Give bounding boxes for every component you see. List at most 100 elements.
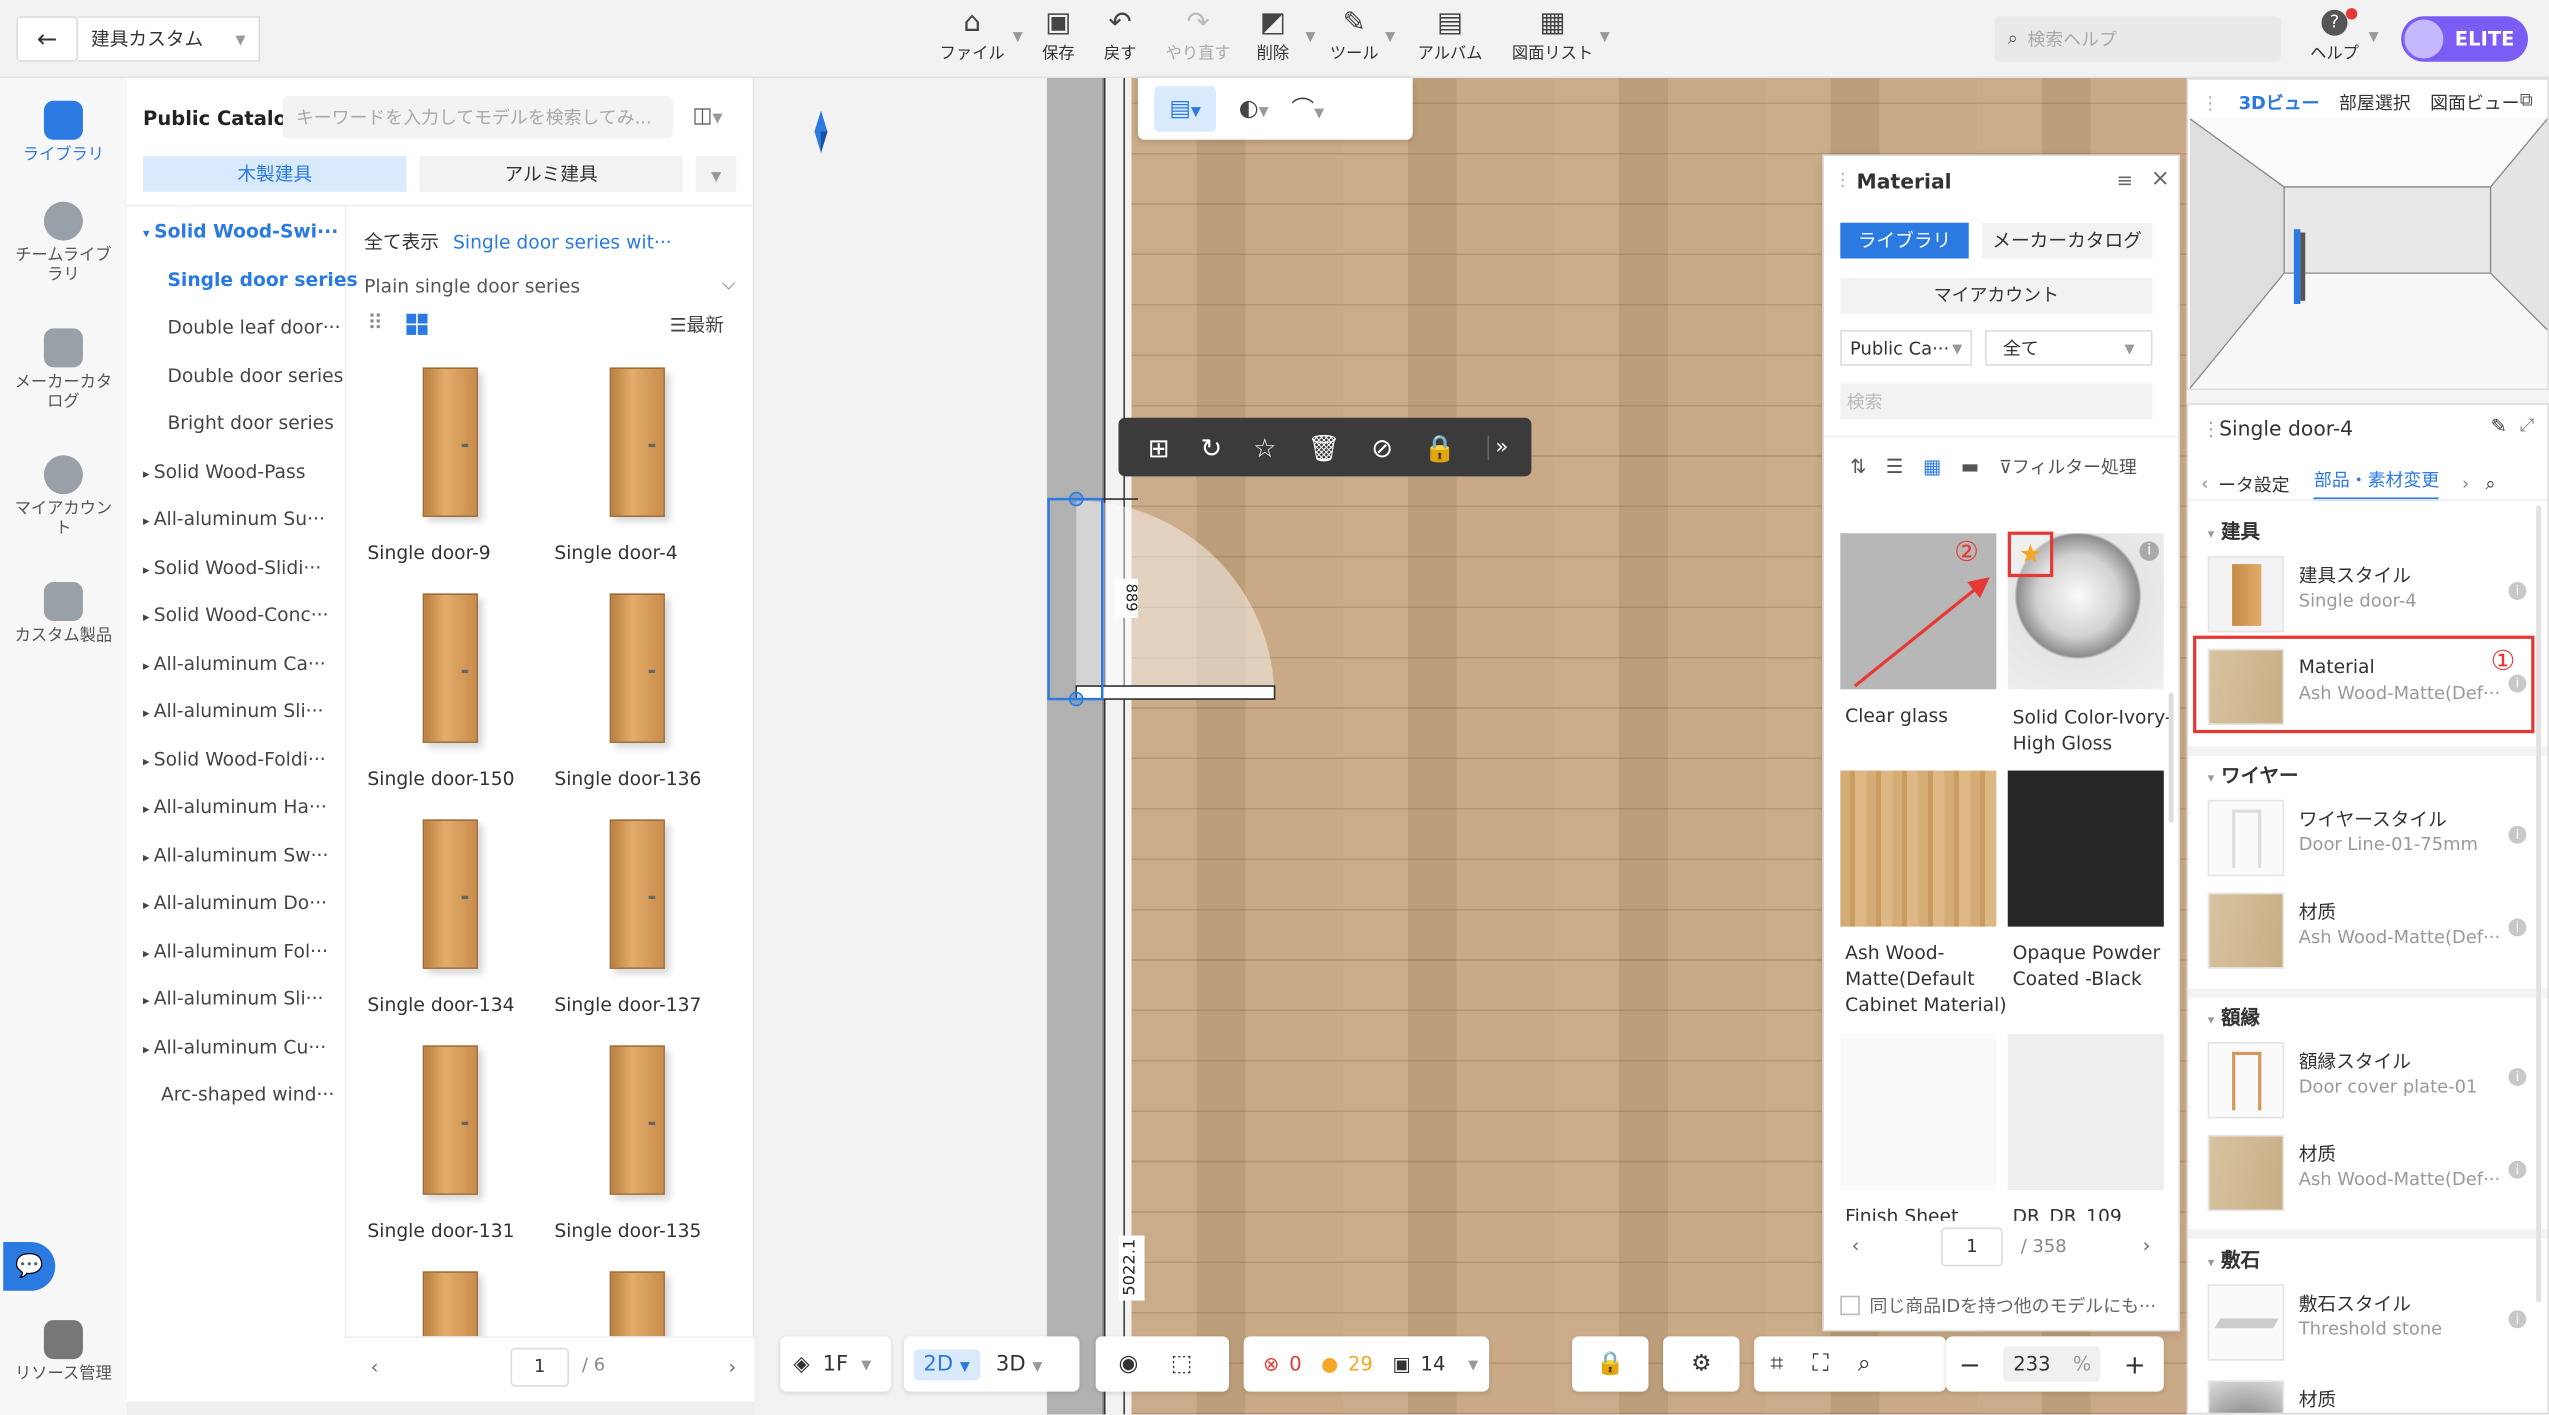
type-select[interactable]: 全て ▼ <box>1984 330 2153 366</box>
issue-counter[interactable]: ⊗ 0 ● 29 ▣ 14 ▼ <box>1243 1336 1490 1392</box>
property-row-door-style[interactable]: 建具スタイル Single door-4 i <box>2207 549 2533 642</box>
product-card[interactable]: Single door-150 <box>364 587 540 790</box>
chevron-down-icon[interactable]: ▼ <box>1600 29 1610 44</box>
tree-item[interactable]: ▸ All-aluminum Cu··· <box>143 1036 326 1059</box>
chevron-left-icon[interactable]: ‹ <box>1852 1234 1860 1257</box>
tree-item[interactable]: ▸ All-aluminum Sli··· <box>143 699 323 722</box>
product-card[interactable]: Single door-136 <box>551 587 727 790</box>
eye-icon[interactable]: ◉ <box>1118 1351 1138 1377</box>
save-button[interactable]: ▣ 保存 <box>1042 7 1075 64</box>
material-tile-black[interactable] <box>2007 770 2164 927</box>
grid-view-icon[interactable]: ▦ <box>1923 455 1941 478</box>
subcategory-label[interactable]: Plain single door series <box>364 275 580 298</box>
product-card[interactable]: Single door-137 <box>551 813 727 1016</box>
view-2d-button[interactable]: 2D ▼ <box>913 1348 980 1380</box>
section-title-door[interactable]: ▾ 建具 <box>2208 517 2260 545</box>
fit-view-icon[interactable]: ⛶ <box>1812 1351 1828 1377</box>
info-icon[interactable]: i <box>2508 918 2527 937</box>
tree-item[interactable]: Arc-shaped wind··· <box>161 1083 334 1106</box>
show-all-link[interactable]: 全て表示 <box>364 231 439 254</box>
info-icon[interactable]: i <box>2508 1310 2527 1329</box>
toggle-settings-button[interactable]: ⚙ <box>1663 1336 1740 1392</box>
chevron-right-icon[interactable]: › <box>2462 473 2469 494</box>
tree-item-bright-door[interactable]: Bright door series <box>167 411 333 434</box>
undo-button[interactable]: ↶ 戻す <box>1104 7 1137 64</box>
duplicate-icon[interactable]: ⊞ <box>1148 432 1170 463</box>
info-icon[interactable]: i <box>2508 1160 2527 1179</box>
scrollbar[interactable] <box>2536 505 2541 1303</box>
favorite-star-icon[interactable]: ★ <box>2007 531 2054 578</box>
product-card[interactable]: Single door-131 <box>364 1039 540 1242</box>
expand-icon[interactable]: » <box>1487 434 1508 460</box>
property-row-frame-style[interactable]: 額縁スタイル Door cover plate-01 i <box>2207 1036 2533 1129</box>
chevron-down-icon[interactable]: ▼ <box>1013 29 1023 44</box>
tree-item[interactable]: ▸ Solid Wood-Conc··· <box>143 603 329 626</box>
tree-item-double-door[interactable]: Double door series <box>167 364 343 387</box>
property-row-frame-material[interactable]: 材质 Ash Wood-Matte(Def··· i <box>2207 1128 2533 1221</box>
my-account-button[interactable]: マイアカウント <box>1840 277 2153 314</box>
list-view-icon[interactable]: ☰ <box>1886 455 1904 478</box>
floor-selector[interactable]: ◈ 1F ▼ <box>780 1336 891 1392</box>
material-page-input[interactable]: 1 <box>1941 1227 2003 1267</box>
door-swing[interactable] <box>1047 488 1291 716</box>
lock-button[interactable]: 🔒 <box>1572 1336 1649 1392</box>
tab-parameters[interactable]: ータ設定 <box>2218 471 2290 497</box>
chevron-down-icon[interactable]: ⌵ <box>722 273 736 296</box>
lock-icon[interactable]: 🔒 <box>1424 432 1456 463</box>
rotate-icon[interactable]: ↻ <box>1200 432 1222 463</box>
drawing-list-button[interactable]: ▦ 図面リスト <box>1512 7 1593 64</box>
tab-parts-materials[interactable]: 部品・素材変更 <box>2314 467 2440 501</box>
paint-tool-icon[interactable]: ◐▼ <box>1239 96 1269 122</box>
tree-item[interactable]: ▸ All-aluminum Sw··· <box>143 844 328 867</box>
nav-resource-management[interactable]: リソース管理 <box>0 1320 127 1385</box>
material-search-input[interactable]: 検索 <box>1840 383 2153 420</box>
help-search-box[interactable]: ⌕ 検索ヘルプ <box>1994 16 2281 62</box>
material-tile-dr-109[interactable] <box>2007 1033 2164 1191</box>
info-icon[interactable]: i <box>2508 1068 2527 1086</box>
info-icon[interactable]: i <box>2139 541 2159 561</box>
tab-aluminum-doors[interactable]: アルミ建具 <box>419 156 683 192</box>
checkbox[interactable] <box>1840 1295 1860 1316</box>
drag-handle-icon[interactable]: ⋮ <box>2201 418 2221 441</box>
nav-maker-catalog[interactable]: メーカーカタログ <box>0 328 127 413</box>
nav-team-library[interactable]: チームライブラリ <box>0 201 127 287</box>
wall[interactable] <box>1046 78 1104 1415</box>
comment-tool-icon[interactable]: ▤▼ <box>1154 86 1217 132</box>
property-row-threshold-material[interactable]: 材质 <box>2207 1380 2533 1413</box>
drag-handle-icon[interactable]: ⋮ <box>1834 169 1852 190</box>
property-row-wire-material[interactable]: 材质 Ash Wood-Matte(Def··· i <box>2207 886 2533 979</box>
menu-icon[interactable]: ≡ <box>2117 169 2133 192</box>
3d-room-render[interactable] <box>2189 118 2548 389</box>
product-card[interactable]: Single door-135 <box>551 1039 727 1242</box>
cube-icon[interactable]: ⬚ <box>1171 1351 1193 1377</box>
tree-item[interactable]: ▸ All-aluminum Fol··· <box>143 940 328 963</box>
brush-tool-icon[interactable]: ⌒▼ <box>1291 93 1324 126</box>
tree-item[interactable]: ▸ All-aluminum Ha··· <box>143 795 327 818</box>
zoom-input[interactable]: 233% <box>2003 1346 2102 1382</box>
tab-maker-catalog[interactable]: メーカーカタログ <box>1981 222 2153 259</box>
tree-item[interactable]: ▸ Solid Wood-Pass <box>143 460 305 483</box>
zoom-in-icon[interactable]: + <box>2124 1349 2146 1380</box>
collapse-icon[interactable]: ⤢ <box>2520 415 2534 438</box>
tree-item-solid-wood-swing[interactable]: ▾ Solid Wood-Swi··· <box>143 219 338 242</box>
popout-icon[interactable]: ⧉ <box>2520 89 2533 112</box>
tree-item[interactable]: ▸ All-aluminum Do··· <box>143 891 327 914</box>
section-title-wire[interactable]: ▾ ワイヤー <box>2208 761 2299 789</box>
tree-item[interactable]: ▸ Solid Wood-Foldi··· <box>143 748 326 771</box>
chevron-down-icon[interactable]: ▼ <box>1305 29 1315 44</box>
nav-library[interactable]: ライブラリ <box>0 100 127 166</box>
tab-more-dropdown[interactable]: ▼ <box>695 156 737 192</box>
close-icon[interactable]: × <box>2151 166 2170 192</box>
album-button[interactable]: ▤ アルバム <box>1418 7 1483 64</box>
tree-item[interactable]: ▸ Solid Wood-Slidi··· <box>143 556 321 579</box>
section-title-frame[interactable]: ▾ 額縁 <box>2208 1003 2260 1031</box>
screenshot-icon[interactable]: ⌗ <box>1770 1351 1783 1377</box>
tree-item[interactable]: ▸ All-aluminum Ca··· <box>143 652 326 675</box>
tree-item[interactable]: ▸ All-aluminum Sli··· <box>143 987 323 1010</box>
info-icon[interactable]: i <box>2508 582 2527 600</box>
catalog-select[interactable]: Public Ca··· ▼ <box>1840 330 1972 366</box>
chevron-right-icon[interactable]: › <box>2143 1234 2151 1257</box>
zoom-out-icon[interactable]: − <box>1959 1349 1981 1380</box>
project-name-dropdown[interactable]: 建具カスタム ▼ <box>78 16 261 62</box>
tab-room-select[interactable]: 部屋選択 <box>2339 89 2411 115</box>
